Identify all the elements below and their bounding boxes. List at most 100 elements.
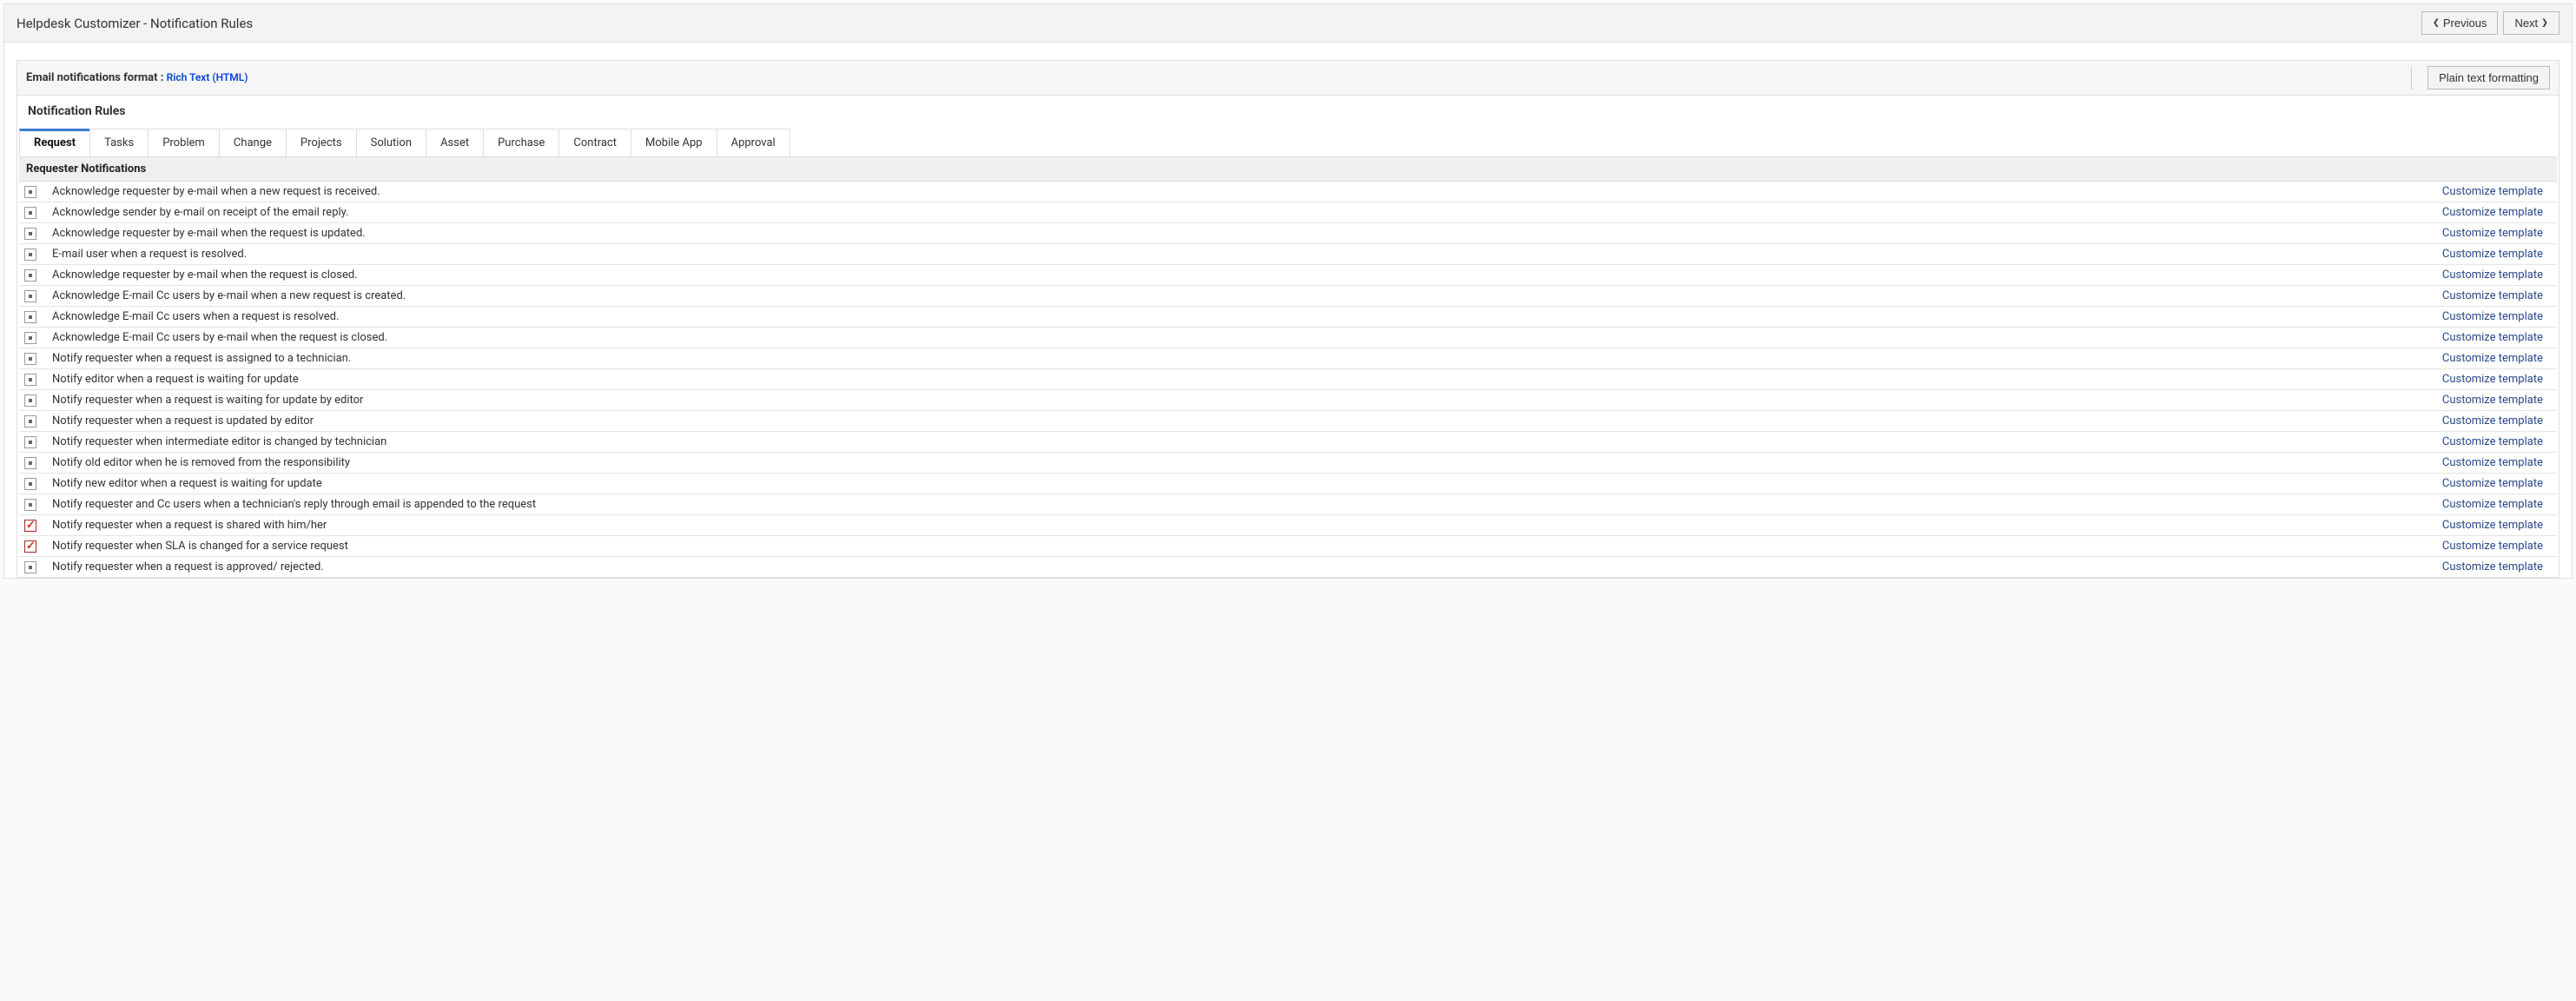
rule-label: Notify new editor when a request is wait…: [36, 477, 2442, 490]
unchecked-dot-icon: [29, 190, 32, 194]
customize-template-link[interactable]: Customize template: [2442, 206, 2552, 219]
plain-text-button[interactable]: Plain text formatting: [2427, 66, 2550, 89]
rule-row: Notify requester and Cc users when a tec…: [19, 494, 2557, 515]
rule-label: Notify requester when intermediate edito…: [36, 435, 2442, 448]
chevron-left-icon: ❮: [2433, 17, 2440, 30]
previous-button[interactable]: ❮ Previous: [2421, 11, 2498, 35]
rule-checkbox[interactable]: [24, 207, 36, 219]
tab-problem[interactable]: Problem: [148, 129, 220, 156]
rule-checkbox[interactable]: [24, 353, 36, 365]
rule-checkbox[interactable]: [24, 228, 36, 240]
outer-container: Helpdesk Customizer - Notification Rules…: [3, 3, 2573, 579]
customize-template-link[interactable]: Customize template: [2442, 540, 2552, 553]
rule-label: Acknowledge E-mail Cc users by e-mail wh…: [36, 331, 2442, 344]
rule-checkbox[interactable]: [24, 311, 36, 323]
unchecked-dot-icon: [29, 461, 32, 465]
tab-tasks[interactable]: Tasks: [89, 129, 149, 156]
rule-row: Notify requester when a request is appro…: [19, 557, 2557, 577]
rule-checkbox[interactable]: [24, 415, 36, 428]
unchecked-dot-icon: [29, 378, 32, 381]
tab-asset[interactable]: Asset: [426, 129, 484, 156]
rule-row: Notify requester when a request is assig…: [19, 348, 2557, 369]
tab-request[interactable]: Request: [19, 129, 90, 156]
unchecked-dot-icon: [29, 211, 32, 215]
rule-row: Notify requester when a request is updat…: [19, 411, 2557, 432]
rule-row: Acknowledge E-mail Cc users by e-mail wh…: [19, 328, 2557, 348]
tab-change[interactable]: Change: [219, 129, 287, 156]
rule-checkbox[interactable]: [24, 374, 36, 386]
customize-template-link[interactable]: Customize template: [2442, 498, 2552, 511]
customize-template-link[interactable]: Customize template: [2442, 289, 2552, 302]
rule-checkbox[interactable]: ✓: [24, 540, 36, 553]
tab-approval[interactable]: Approval: [717, 129, 790, 156]
rule-row: ✓Notify requester when a request is shar…: [19, 515, 2557, 536]
rule-row: Notify old editor when he is removed fro…: [19, 453, 2557, 474]
unchecked-dot-icon: [29, 482, 32, 486]
customize-template-link[interactable]: Customize template: [2442, 414, 2552, 428]
unchecked-dot-icon: [29, 253, 32, 256]
rule-label: Notify requester when a request is waiti…: [36, 394, 2442, 407]
customize-template-link[interactable]: Customize template: [2442, 477, 2552, 490]
rule-label: Acknowledge sender by e-mail on receipt …: [36, 206, 2442, 219]
rule-checkbox[interactable]: [24, 499, 36, 511]
content: Email notifications format : Rich Text (…: [4, 43, 2572, 578]
rule-checkbox[interactable]: [24, 561, 36, 573]
rule-checkbox[interactable]: [24, 457, 36, 469]
rule-checkbox[interactable]: [24, 394, 36, 407]
customize-template-link[interactable]: Customize template: [2442, 352, 2552, 365]
customize-template-link[interactable]: Customize template: [2442, 227, 2552, 240]
customize-template-link[interactable]: Customize template: [2442, 456, 2552, 469]
rule-row: E-mail user when a request is resolved.C…: [19, 244, 2557, 265]
rule-checkbox[interactable]: [24, 249, 36, 261]
format-label: Email notifications format :: [26, 71, 163, 84]
previous-button-label: Previous: [2443, 17, 2487, 30]
nav-buttons: ❮ Previous Next ❯: [2421, 11, 2559, 35]
tab-mobile-app[interactable]: Mobile App: [631, 129, 717, 156]
rule-label: Notify requester when a request is share…: [36, 519, 2442, 532]
check-icon: ✓: [26, 520, 36, 532]
customize-template-link[interactable]: Customize template: [2442, 310, 2552, 323]
customize-template-link[interactable]: Customize template: [2442, 560, 2552, 573]
rule-checkbox[interactable]: ✓: [24, 520, 36, 532]
unchecked-dot-icon: [29, 357, 32, 361]
unchecked-dot-icon: [29, 315, 32, 319]
rule-checkbox[interactable]: [24, 290, 36, 302]
unchecked-dot-icon: [29, 232, 32, 235]
customize-template-link[interactable]: Customize template: [2442, 248, 2552, 261]
rule-checkbox[interactable]: [24, 436, 36, 448]
rule-row: Acknowledge sender by e-mail on receipt …: [19, 202, 2557, 223]
customize-template-link[interactable]: Customize template: [2442, 331, 2552, 344]
customize-template-link[interactable]: Customize template: [2442, 373, 2552, 386]
rule-label: Notify requester when SLA is changed for…: [36, 540, 2442, 553]
tab-solution[interactable]: Solution: [356, 129, 426, 156]
rule-row: Acknowledge requester by e-mail when a n…: [19, 182, 2557, 202]
next-button[interactable]: Next ❯: [2503, 11, 2559, 35]
rule-label: Notify editor when a request is waiting …: [36, 373, 2442, 386]
unchecked-dot-icon: [29, 274, 32, 277]
rule-label: Notify requester when a request is appro…: [36, 560, 2442, 573]
panel-title: Notification Rules: [17, 96, 2559, 129]
customize-template-link[interactable]: Customize template: [2442, 435, 2552, 448]
customize-template-link[interactable]: Customize template: [2442, 519, 2552, 532]
rules-list: Acknowledge requester by e-mail when a n…: [19, 182, 2557, 577]
rule-label: Acknowledge requester by e-mail when the…: [36, 268, 2442, 282]
tab-contract[interactable]: Contract: [558, 129, 631, 156]
customize-template-link[interactable]: Customize template: [2442, 394, 2552, 407]
rule-label: Notify requester when a request is updat…: [36, 414, 2442, 428]
customize-template-link[interactable]: Customize template: [2442, 268, 2552, 282]
page-title: Helpdesk Customizer - Notification Rules: [17, 16, 253, 31]
rule-label: Notify requester and Cc users when a tec…: [36, 498, 2442, 511]
unchecked-dot-icon: [29, 420, 32, 423]
rule-checkbox[interactable]: [24, 332, 36, 344]
check-icon: ✓: [26, 540, 36, 553]
rule-checkbox[interactable]: [24, 186, 36, 198]
tab-purchase[interactable]: Purchase: [483, 129, 559, 156]
format-right: Plain text formatting: [2411, 66, 2550, 89]
rule-checkbox[interactable]: [24, 269, 36, 282]
format-link[interactable]: Rich Text (HTML): [167, 71, 248, 83]
tab-projects[interactable]: Projects: [286, 129, 357, 156]
rule-label: Notify requester when a request is assig…: [36, 352, 2442, 365]
customize-template-link[interactable]: Customize template: [2442, 185, 2552, 198]
section-header: Requester Notifications: [19, 156, 2557, 182]
rule-checkbox[interactable]: [24, 478, 36, 490]
